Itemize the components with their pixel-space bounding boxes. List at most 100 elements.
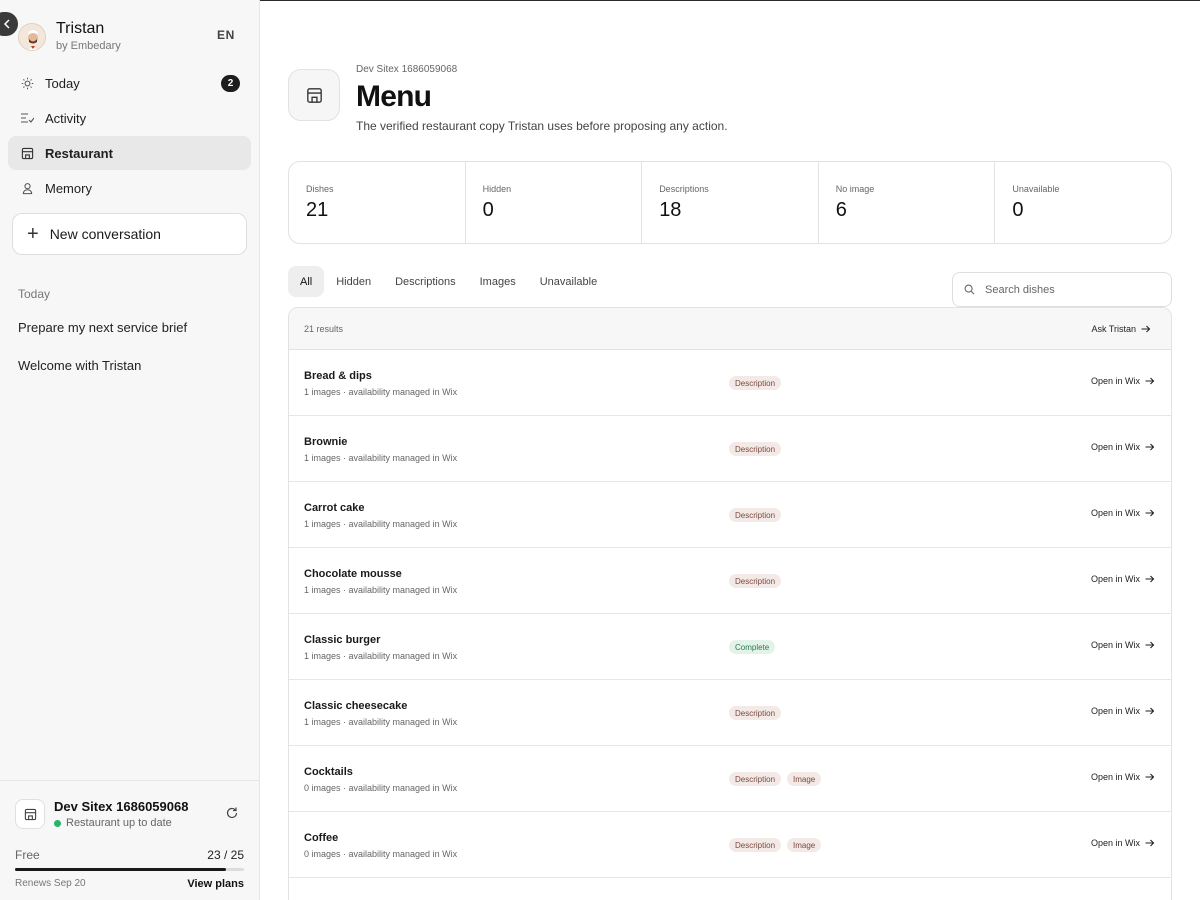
memory-icon [20,181,34,195]
status-badges: Description [729,574,787,588]
page-title: Menu [356,80,432,113]
table-row[interactable]: Brownie 1 images · availability managed i… [289,416,1171,482]
status-badge: Description [729,376,782,390]
arrow-right-icon [1145,443,1155,451]
search-box[interactable] [952,272,1172,307]
search-icon [964,284,975,295]
tab-descriptions[interactable]: Descriptions [383,266,468,297]
status-badges: Description [729,376,787,390]
avatar [18,22,46,51]
page-eyebrow: Dev Sitex 1686059068 [356,64,458,75]
stat-value: 0 [482,199,494,221]
arrow-right-icon [1145,773,1155,781]
open-in-wix-label: Open in Wix [1090,838,1140,848]
arrow-right-icon [1145,707,1155,715]
sidebar-item-activity[interactable]: Activity [8,101,251,135]
status-badge: Complete [729,640,776,654]
sidebar-item-restaurant[interactable]: Restaurant [8,136,251,170]
store-icon [288,69,340,121]
status-badge: Description [729,508,782,522]
language-switch[interactable]: EN [217,28,235,42]
view-plans-link[interactable]: View plans [187,878,244,890]
collapse-sidebar-button[interactable] [0,12,18,36]
store-icon [20,146,34,160]
dish-meta: 1 images · availability managed in Wix [304,585,458,595]
table-header: 21 results Ask Tristan [289,308,1171,350]
dish-meta: 0 images · availability managed in Wix [304,849,458,859]
dish-meta: 1 images · availability managed in Wix [304,453,458,463]
history-item[interactable]: Prepare my next service brief [18,320,187,358]
status-badge: Description [729,838,782,852]
open-in-wix-label: Open in Wix [1090,706,1140,716]
table-row[interactable]: Cocktails 0 images · availability managed… [289,746,1171,812]
dishes-table: 21 results Ask Tristan Bread & dips 1 ima… [288,307,1172,900]
tab-hidden[interactable]: Hidden [324,266,383,297]
table-row[interactable]: Coffee 0 images · availability managed in… [289,812,1171,878]
dish-meta: 0 images · availability managed in Wix [304,783,458,793]
table-row[interactable] [289,878,1171,900]
store-icon [15,799,45,829]
status-badges: Complete [729,640,781,654]
activity-list-icon [20,111,34,125]
stat-label: Hidden [482,184,512,194]
open-in-wix-link[interactable]: Open in Wix [1091,376,1155,386]
new-conversation-button[interactable]: + New conversation [12,213,247,255]
search-input[interactable] [985,283,1155,296]
refresh-icon[interactable] [225,806,239,825]
open-in-wix-label: Open in Wix [1090,772,1140,782]
renew-row: Renews Sep 20 View plans [15,878,244,890]
open-in-wix-link[interactable]: Open in Wix [1091,706,1155,716]
sidebar-item-today[interactable]: Today 2 [8,66,251,100]
open-in-wix-link[interactable]: Open in Wix [1091,838,1155,848]
stat-label: Unavailable [1012,184,1060,194]
results-count: 21 results [304,323,344,334]
stat-label: Dishes [306,184,334,194]
sidebar-nav: Today 2 Activity Restaurant Memory [8,66,251,206]
stat-label: No image [835,184,875,194]
status-badges: Description [729,508,787,522]
table-row[interactable]: Carrot cake 1 images · availability manag… [289,482,1171,548]
main-content: Dev Sitex 1686059068 Menu The verified r… [288,0,1172,900]
open-in-wix-link[interactable]: Open in Wix [1091,640,1155,650]
dish-name: Carrot cake [304,502,365,514]
page-description: The verified restaurant copy Tristan use… [356,119,728,133]
dish-meta: 1 images · availability managed in Wix [304,519,458,529]
tab-all[interactable]: All [288,266,325,297]
history-item[interactable]: Welcome with Tristan [18,358,187,396]
site-status-card[interactable]: Dev Sitex 1686059068 Restaurant up to da… [15,799,188,829]
table-row[interactable]: Bread & dips 1 images · availability mana… [289,350,1171,416]
chevron-left-icon [3,19,10,29]
open-in-wix-label: Open in Wix [1090,376,1140,386]
status-badges: Description [729,442,787,456]
arrow-right-icon [1145,509,1155,517]
tab-images[interactable]: Images [468,266,528,297]
sidebar-item-memory[interactable]: Memory [8,171,251,205]
tab-unavailable[interactable]: Unavailable [528,266,609,297]
open-in-wix-link[interactable]: Open in Wix [1091,772,1155,782]
table-row[interactable]: Classic burger 1 images · availability ma… [289,614,1171,680]
open-in-wix-label: Open in Wix [1090,574,1140,584]
dish-name: Classic cheesecake [304,700,408,712]
table-row[interactable]: Chocolate mousse 1 images · availability … [289,548,1171,614]
stat-descriptions: Descriptions 18 [642,162,819,243]
ask-tristan-button[interactable]: Ask Tristan [1091,324,1151,334]
sidebar-item-label: Activity [45,110,87,126]
sidebar-item-label: Memory [45,180,92,196]
sidebar-footer: Dev Sitex 1686059068 Restaurant up to da… [0,780,259,900]
plan-name: Free [15,848,40,862]
table-row[interactable]: Classic cheesecake 1 images · availabilit… [289,680,1171,746]
dish-name: Bread & dips [304,370,372,382]
open-in-wix-link[interactable]: Open in Wix [1091,508,1155,518]
stat-value: 6 [835,199,847,221]
arrow-right-icon [1145,641,1155,649]
sidebar-item-label: Today [45,75,80,91]
status-badge: Image [787,838,822,852]
stat-value: 21 [306,199,329,221]
profile[interactable]: Tristan by Embedary [18,20,121,53]
stat-label: Descriptions [659,184,709,194]
open-in-wix-link[interactable]: Open in Wix [1091,574,1155,584]
open-in-wix-link[interactable]: Open in Wix [1091,442,1155,452]
stat-hidden: Hidden 0 [466,162,643,243]
status-badges: Description [729,706,787,720]
status-badge: Description [729,772,782,786]
